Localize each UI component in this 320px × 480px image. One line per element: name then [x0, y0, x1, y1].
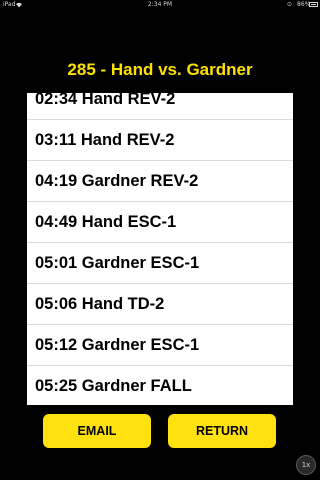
list-item[interactable]: 03:11 Hand REV-2: [27, 120, 293, 161]
app-screen: iPad 2:34 PM ⊙ 86% 285 - Hand vs. Gardne…: [0, 0, 320, 480]
zoom-1x-button[interactable]: 1x: [296, 455, 316, 475]
email-button[interactable]: EMAIL: [43, 414, 151, 448]
list-item[interactable]: 05:12 Gardner ESC-1: [27, 325, 293, 366]
list-item[interactable]: 05:25 Gardner FALL: [27, 366, 293, 405]
event-list-content: 02:34 Hand REV-2 03:11 Hand REV-2 04:19 Ga…: [27, 93, 293, 405]
return-button[interactable]: RETURN: [168, 414, 276, 448]
list-item[interactable]: 04:19 Gardner REV-2: [27, 161, 293, 202]
battery-icon: [309, 2, 318, 7]
list-item[interactable]: 02:34 Hand REV-2: [27, 93, 293, 120]
match-title: 285 - Hand vs. Gardner: [67, 60, 253, 79]
list-item[interactable]: 05:01 Gardner ESC-1: [27, 243, 293, 284]
orientation-lock-icon: ⊙: [287, 1, 293, 8]
status-time: 2:34 PM: [147, 1, 173, 8]
list-item[interactable]: 05:06 Hand TD-2: [27, 284, 293, 325]
event-list[interactable]: 02:34 Hand REV-2 03:11 Hand REV-2 04:19 Ga…: [27, 93, 293, 405]
list-item[interactable]: 04:49 Hand ESC-1: [27, 202, 293, 243]
status-bar: iPad 2:34 PM ⊙ 86%: [0, 0, 320, 10]
